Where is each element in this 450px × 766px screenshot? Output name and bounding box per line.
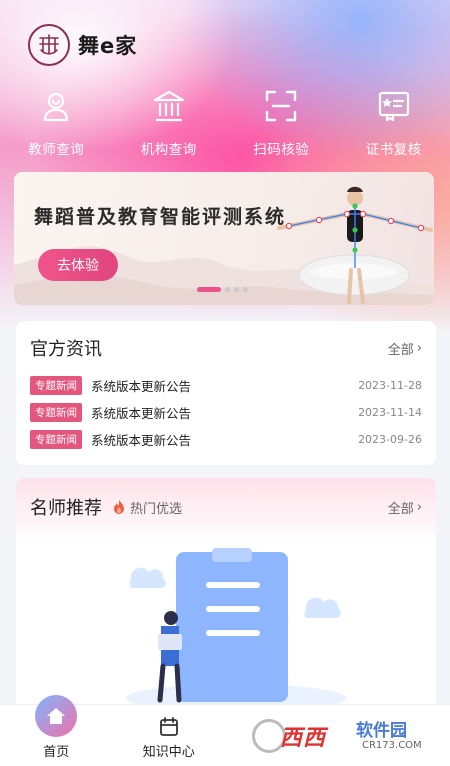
- quick-nav-label: 扫码核验: [253, 142, 310, 158]
- view-all-label: 全部: [387, 501, 414, 517]
- institution-icon: [151, 88, 187, 124]
- teachers-card-header: 名师推荐 热门优选 全部 ›: [30, 494, 422, 520]
- hot-picks-label: 热门优选: [112, 498, 182, 517]
- pagination-dot[interactable]: [234, 287, 239, 292]
- news-item[interactable]: 专题新闻 系统版本更新公告 2023-11-14: [30, 399, 422, 426]
- teacher-icon: [38, 88, 74, 124]
- hot-picks-text: 热门优选: [130, 501, 183, 517]
- try-it-button[interactable]: 去体验: [38, 249, 118, 281]
- news-view-all-link[interactable]: 全部 ›: [388, 339, 422, 358]
- quick-nav-label: 教师查询: [28, 142, 85, 158]
- chevron-right-icon: ›: [416, 340, 422, 356]
- news-card-header: 官方资讯 全部 ›: [30, 335, 422, 361]
- watermark-main-text: 西西: [280, 726, 327, 751]
- news-item[interactable]: 专题新闻 系统版本更新公告 2023-11-28: [30, 372, 422, 399]
- news-item-date: 2023-11-28: [358, 379, 422, 392]
- chevron-right-icon: ›: [416, 499, 422, 515]
- dance-seal-logo-icon: [28, 24, 70, 66]
- ballerina-illustration: [277, 186, 433, 304]
- quick-nav-label: 证书复核: [365, 142, 422, 158]
- teachers-card-title: 名师推荐: [30, 498, 102, 519]
- banner-title: 舞蹈普及教育智能评测系统: [34, 206, 287, 228]
- site-watermark: 西西 软件园 CR173.COM: [252, 712, 436, 760]
- banner-pagination: [197, 287, 248, 292]
- news-item-title: 系统版本更新公告: [91, 433, 192, 448]
- certificate-icon: [376, 88, 412, 124]
- news-item[interactable]: 专题新闻 系统版本更新公告 2023-09-26: [30, 426, 422, 453]
- flame-icon: [114, 500, 124, 514]
- news-tag-badge: 专题新闻: [30, 376, 82, 395]
- pagination-dot[interactable]: [243, 287, 248, 292]
- calendar-icon: [158, 716, 180, 738]
- view-all-label: 全部: [387, 342, 414, 358]
- official-news-card: 官方资讯 全部 › 专题新闻 系统版本更新公告 2023-11-28 专题新闻 …: [16, 321, 436, 465]
- tab-label: 知识中心: [142, 745, 195, 760]
- quick-nav: 教师查询 机构查询 扫码核验 证书复核: [0, 88, 450, 158]
- teachers-view-all-link[interactable]: 全部 ›: [388, 498, 422, 517]
- tab-label: 首页: [43, 745, 70, 760]
- news-list: 专题新闻 系统版本更新公告 2023-11-28 专题新闻 系统版本更新公告 2…: [30, 372, 422, 453]
- news-item-title: 系统版本更新公告: [91, 379, 192, 394]
- quick-nav-certificate-review[interactable]: 证书复核: [338, 88, 450, 158]
- featured-teachers-card: 名师推荐 热门优选 全部 ›: [16, 478, 436, 718]
- tab-home[interactable]: 首页: [0, 695, 113, 766]
- scan-icon: [263, 88, 299, 124]
- news-tag-badge: 专题新闻: [30, 430, 82, 449]
- pagination-dot[interactable]: [225, 287, 230, 292]
- quick-nav-teacher-search[interactable]: 教师查询: [0, 88, 113, 158]
- empty-state-illustration: [126, 548, 346, 712]
- news-item-date: 2023-09-26: [358, 433, 422, 446]
- app-brand-name: 舞e家: [78, 34, 138, 58]
- tab-knowledge-center[interactable]: 知识中心: [113, 705, 226, 766]
- home-icon: [35, 695, 78, 737]
- quick-nav-label: 机构查询: [140, 142, 197, 158]
- quick-nav-institution-search[interactable]: 机构查询: [113, 88, 226, 158]
- news-item-date: 2023-11-14: [358, 406, 422, 419]
- news-tag-badge: 专题新闻: [30, 403, 82, 422]
- watermark-sub-text: 软件园: [356, 721, 407, 741]
- watermark-url: CR173.COM: [362, 740, 422, 751]
- news-card-title: 官方资讯: [30, 339, 102, 360]
- promo-banner[interactable]: 舞蹈普及教育智能评测系统 去体验: [14, 172, 434, 305]
- app-header: 舞e家: [28, 24, 137, 66]
- news-item-title: 系统版本更新公告: [91, 406, 192, 421]
- pagination-dot-active[interactable]: [197, 287, 221, 292]
- quick-nav-scan-verify[interactable]: 扫码核验: [225, 88, 338, 158]
